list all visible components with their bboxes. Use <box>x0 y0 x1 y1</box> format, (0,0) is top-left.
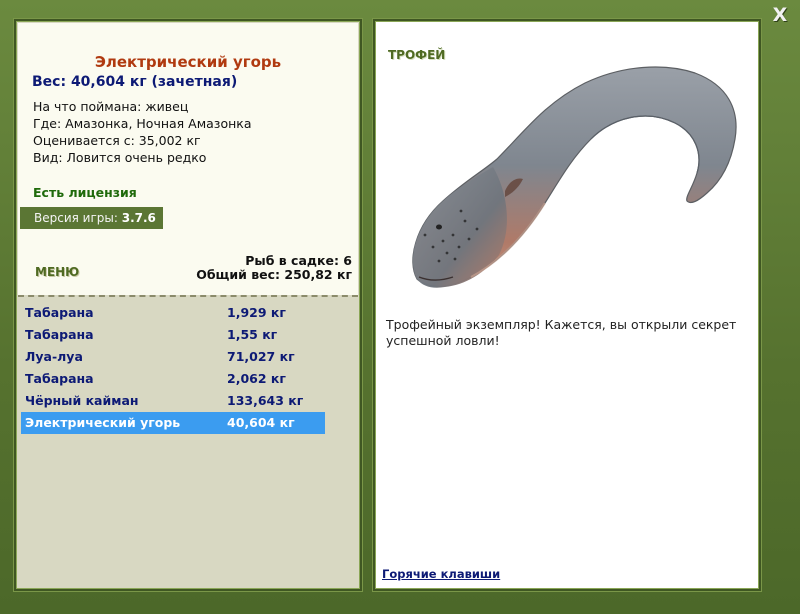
catch-name: Табарана <box>25 371 94 386</box>
catch-row[interactable]: Чёрный кайман 133,643 кг <box>21 390 325 412</box>
catch-weight: 2,062 кг <box>227 371 286 386</box>
fish-details-card: Электрический угорь Вес: 40,604 кг (заче… <box>18 23 358 295</box>
version-value: 3.7.6 <box>121 211 156 225</box>
electric-eel-image <box>412 66 737 288</box>
license-status: Есть лицензия <box>33 185 137 200</box>
total-weight: Общий вес: 250,82 кг <box>196 267 352 282</box>
fish-title: Электрический угорь <box>94 53 282 71</box>
fish-info-panel: Электрический угорь Вес: 40,604 кг (заче… <box>14 19 362 591</box>
catch-row[interactable]: Табарана 1,929 кг <box>21 302 325 324</box>
catch-weight: 1,929 кг <box>227 305 286 320</box>
catch-weight: 40,604 кг <box>227 415 295 430</box>
location-text: Где: Амазонка, Ночная Амазонка <box>33 116 252 131</box>
catch-name: Чёрный кайман <box>25 393 139 408</box>
rarity-text: Вид: Ловится очень редко <box>33 150 207 165</box>
catch-name: Луа-луа <box>25 349 83 364</box>
catch-list: Табарана 1,929 кг Табарана 1,55 кг Луа-л… <box>21 302 325 434</box>
catch-row[interactable]: Электрический угорь 40,604 кг <box>21 412 325 434</box>
game-window-frame: X Электрический угорь Вес: 40,604 кг (за… <box>0 0 800 614</box>
trophy-label: ТРОФЕЙ <box>388 48 446 62</box>
fish-in-keepnet: Рыб в садке: 6 <box>245 253 352 268</box>
catch-row[interactable]: Табарана 1,55 кг <box>21 324 325 346</box>
game-version: Версия игры: 3.7.6 <box>20 207 163 229</box>
catch-stats: Рыб в садке: 6 Общий вес: 250,82 кг <box>196 254 352 282</box>
valued-from-text: Оценивается с: 35,002 кг <box>33 133 201 148</box>
caught-on-text: На что поймана: живец <box>33 99 189 114</box>
close-icon[interactable]: X <box>770 4 790 26</box>
catch-row[interactable]: Табарана 2,062 кг <box>21 368 325 390</box>
hotkeys-link[interactable]: Горячие клавиши <box>382 567 500 581</box>
catch-name: Электрический угорь <box>25 415 181 430</box>
fish-weight: Вес: 40,604 кг (зачетная) <box>32 74 238 90</box>
menu-button[interactable]: МЕНЮ <box>35 265 79 279</box>
trophy-message: Трофейный экземпляр! Кажется, вы открыли… <box>386 317 737 348</box>
catch-weight: 71,027 кг <box>227 349 295 364</box>
catch-name: Табарана <box>25 327 94 342</box>
divider <box>18 295 358 297</box>
trophy-panel: ТРОФЕЙ Трофейный экземпляр! Кажется, вы … <box>373 19 761 591</box>
version-label: Версия игры: <box>34 211 118 225</box>
fish-details: На что поймана: живец Где: Амазонка, Ноч… <box>33 98 251 166</box>
catch-row[interactable]: Луа-луа 71,027 кг <box>21 346 325 368</box>
catch-weight: 1,55 кг <box>227 327 278 342</box>
catch-weight: 133,643 кг <box>227 393 304 408</box>
catch-name: Табарана <box>25 305 94 320</box>
